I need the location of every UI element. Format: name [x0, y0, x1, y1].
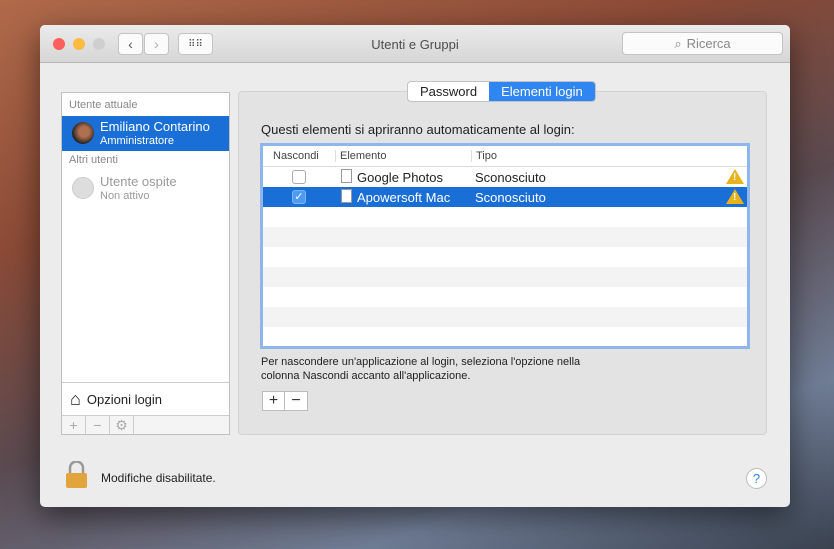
- column-item[interactable]: Elemento: [335, 150, 386, 162]
- other-users-header: Altri utenti: [69, 154, 118, 166]
- add-user-button[interactable]: +: [62, 416, 86, 434]
- preferences-window: ‹ › ⠿⠿ Utenti e Gruppi ⌕ Ricerca Utente a…: [40, 25, 790, 507]
- tab-login-items[interactable]: Elementi login: [489, 82, 595, 101]
- item-type: Sconosciuto: [475, 190, 546, 205]
- tab-bar: Password Elementi login: [407, 81, 596, 102]
- add-remove-buttons: + −: [262, 391, 308, 411]
- user-item-current[interactable]: Emiliano Contarino Amministratore: [62, 116, 229, 151]
- table-row[interactable]: ✓ Apowersoft Mac Sconosciuto !: [263, 187, 747, 207]
- document-icon: [341, 169, 352, 183]
- user-role: Amministratore: [100, 135, 174, 147]
- login-items-label: Questi elementi si apriranno automaticam…: [261, 122, 575, 137]
- search-icon: ⌕: [674, 35, 682, 51]
- table-header: Nascondi Elemento Tipo: [263, 146, 747, 167]
- table-row[interactable]: Google Photos Sconosciuto !: [263, 167, 747, 187]
- lock-status-text: Modifiche disabilitate.: [101, 471, 216, 485]
- tab-password[interactable]: Password: [408, 82, 489, 101]
- guest-avatar-icon: [72, 177, 94, 199]
- lock-icon[interactable]: [65, 461, 88, 488]
- column-hide[interactable]: Nascondi: [273, 150, 319, 162]
- guest-status: Non attivo: [100, 190, 150, 202]
- warning-icon: !: [726, 189, 744, 204]
- item-name: Google Photos: [357, 170, 444, 185]
- login-options-item[interactable]: ⌂ Opzioni login: [62, 382, 229, 415]
- search-placeholder: Ricerca: [686, 36, 731, 51]
- hide-checkbox[interactable]: ✓: [292, 190, 306, 204]
- login-items-table[interactable]: Nascondi Elemento Tipo Google Photos Sco…: [260, 143, 750, 349]
- login-options-label: Opzioni login: [86, 391, 163, 407]
- guest-name: Utente ospite: [100, 174, 177, 189]
- document-icon: [341, 189, 352, 203]
- remove-user-button[interactable]: −: [86, 416, 110, 434]
- help-text: Per nascondere un'applicazione al login,…: [261, 356, 581, 382]
- users-sidebar: Utente attuale Emiliano Contarino Ammini…: [61, 92, 230, 435]
- item-type: Sconosciuto: [475, 170, 546, 185]
- current-user-header: Utente attuale: [69, 99, 138, 111]
- item-name: Apowersoft Mac: [357, 190, 451, 205]
- remove-item-button[interactable]: −: [285, 392, 307, 410]
- title-bar: ‹ › ⠿⠿ Utenti e Gruppi ⌕ Ricerca: [40, 25, 790, 63]
- gear-icon[interactable]: ⚙: [110, 416, 134, 434]
- column-type[interactable]: Tipo: [471, 150, 497, 162]
- add-item-button[interactable]: +: [263, 392, 285, 410]
- hide-checkbox[interactable]: [292, 170, 306, 184]
- warning-icon: !: [726, 169, 744, 184]
- help-button[interactable]: ?: [746, 468, 767, 489]
- house-icon: ⌂: [70, 388, 81, 409]
- avatar: [72, 122, 94, 144]
- user-item-guest[interactable]: Utente ospite Non attivo: [62, 171, 229, 206]
- user-name: Emiliano Contarino: [100, 119, 210, 134]
- sidebar-toolbar: + − ⚙: [62, 415, 229, 434]
- search-input[interactable]: ⌕ Ricerca: [622, 32, 783, 55]
